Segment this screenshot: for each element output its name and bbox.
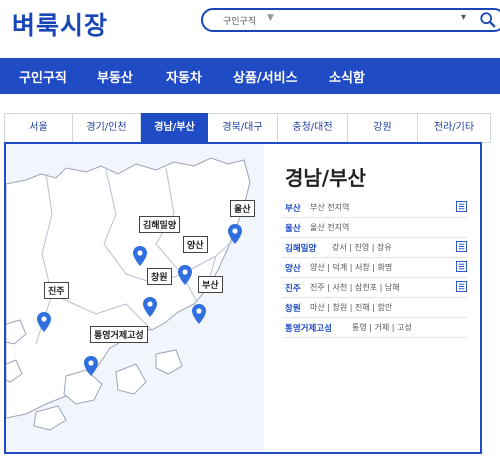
map-pin-icon[interactable] — [228, 224, 242, 244]
list-icon[interactable] — [456, 201, 467, 212]
list-item: 김해밀양 강서 | 진영 | 장유 — [282, 237, 467, 258]
region-tabs: 서울 경기/인천 경남/부산 경북/대구 충청/대전 강원 전라/기타 — [4, 113, 491, 143]
map-pin-icon[interactable] — [192, 304, 206, 324]
map-pin-icon[interactable] — [143, 297, 157, 317]
region-name-busan[interactable]: 부산 — [285, 202, 301, 214]
list-icon[interactable] — [456, 261, 467, 272]
tab-jeolla-etc[interactable]: 전라/기타 — [418, 114, 490, 142]
map-pin-icon[interactable] — [178, 265, 192, 285]
search-dropdown-icon[interactable]: ▾ — [461, 12, 466, 23]
pin-label-changwon[interactable]: 창원 — [147, 268, 172, 285]
region-title: 경남/부산 — [285, 166, 366, 190]
region-name-ulsan[interactable]: 울산 — [285, 222, 301, 234]
search-icon[interactable] — [479, 11, 497, 29]
region-panel: 울산 김해밀양 양산 창원 부산 진주 통영거제고성 경남/부산 부산 부산 전… — [4, 142, 482, 454]
tab-gangwon[interactable]: 강원 — [348, 114, 418, 142]
list-item: 진주 진주 | 사천 | 삼천포 | 남해 — [282, 277, 467, 298]
header: 벼룩시장 구인구직 ▼ ▾ — [0, 0, 500, 50]
nav-item-jobs[interactable]: 구인구직 — [19, 67, 67, 86]
region-subs[interactable]: 강서 | 진영 | 장유 — [332, 242, 392, 253]
tab-gyeonggi-incheon[interactable]: 경기/인천 — [73, 114, 141, 142]
region-subs[interactable]: 진주 | 사천 | 삼천포 | 남해 — [310, 282, 400, 293]
pin-label-jinju[interactable]: 진주 — [44, 282, 69, 299]
list-item: 부산 부산 전지역 — [282, 197, 467, 218]
tab-gyeongnam-busan[interactable]: 경남/부산 — [141, 113, 208, 143]
list-item: 통영거제고성 통영 | 거제 | 고성 — [282, 317, 467, 338]
tab-gyeongbuk-daegu[interactable]: 경북/대구 — [208, 114, 278, 142]
list-item: 양산 양산 | 덕계 | 서창 | 화명 — [282, 257, 467, 278]
region-subs[interactable]: 양산 | 덕계 | 서창 | 화명 — [310, 262, 392, 273]
search-bar[interactable]: 구인구직 ▼ ▾ — [201, 8, 500, 32]
map-pin-icon[interactable] — [133, 246, 147, 266]
pin-label-busan[interactable]: 부산 — [198, 276, 223, 293]
pin-label-tongyeong[interactable]: 통영거제고성 — [90, 326, 148, 343]
list-item: 울산 울산 전지역 — [282, 217, 467, 238]
map-pin-icon[interactable] — [37, 312, 51, 332]
region-subs[interactable]: 울산 전지역 — [310, 222, 349, 233]
list-item: 창원 마산 | 창원 | 진해 | 함안 — [282, 297, 467, 318]
nav-item-realestate[interactable]: 부동산 — [97, 67, 133, 86]
pin-label-yangsan[interactable]: 양산 — [183, 236, 208, 253]
region-subs[interactable]: 통영 | 거제 | 고성 — [352, 322, 412, 333]
tab-chungcheong-daejeon[interactable]: 충청/대전 — [278, 114, 348, 142]
region-name-changwon[interactable]: 창원 — [285, 302, 301, 314]
tab-seoul[interactable]: 서울 — [5, 114, 73, 142]
list-icon[interactable] — [456, 241, 467, 252]
pin-label-ulsan[interactable]: 울산 — [230, 200, 255, 217]
region-info: 경남/부산 부산 부산 전지역 울산 울산 전지역 김해밀양 강서 | 진영 |… — [264, 144, 480, 452]
region-subs[interactable]: 마산 | 창원 | 진해 | 함안 — [310, 302, 392, 313]
nav-item-cars[interactable]: 자동차 — [166, 67, 202, 86]
map-pin-icon[interactable] — [84, 356, 98, 376]
list-icon[interactable] — [456, 281, 467, 292]
main-nav: 구인구직 부동산 자동차 상품/서비스 소식함 — [0, 58, 500, 94]
region-name-gimhae-miryang[interactable]: 김해밀양 — [285, 242, 316, 254]
region-name-tongyeong[interactable]: 통영거제고성 — [285, 322, 332, 334]
nav-item-news[interactable]: 소식함 — [329, 67, 365, 86]
nav-item-goods[interactable]: 상품/서비스 — [233, 67, 298, 86]
logo[interactable]: 벼룩시장 — [12, 6, 108, 42]
region-name-jinju[interactable]: 진주 — [285, 282, 301, 294]
region-subs[interactable]: 부산 전지역 — [310, 202, 349, 213]
pin-label-gimhae-miryang[interactable]: 김해밀양 — [139, 216, 181, 233]
region-map: 울산 김해밀양 양산 창원 부산 진주 통영거제고성 — [6, 144, 264, 452]
chevron-down-icon[interactable]: ▼ — [267, 13, 274, 23]
region-name-yangsan[interactable]: 양산 — [285, 262, 301, 274]
search-category-select[interactable]: 구인구직 — [223, 14, 256, 27]
